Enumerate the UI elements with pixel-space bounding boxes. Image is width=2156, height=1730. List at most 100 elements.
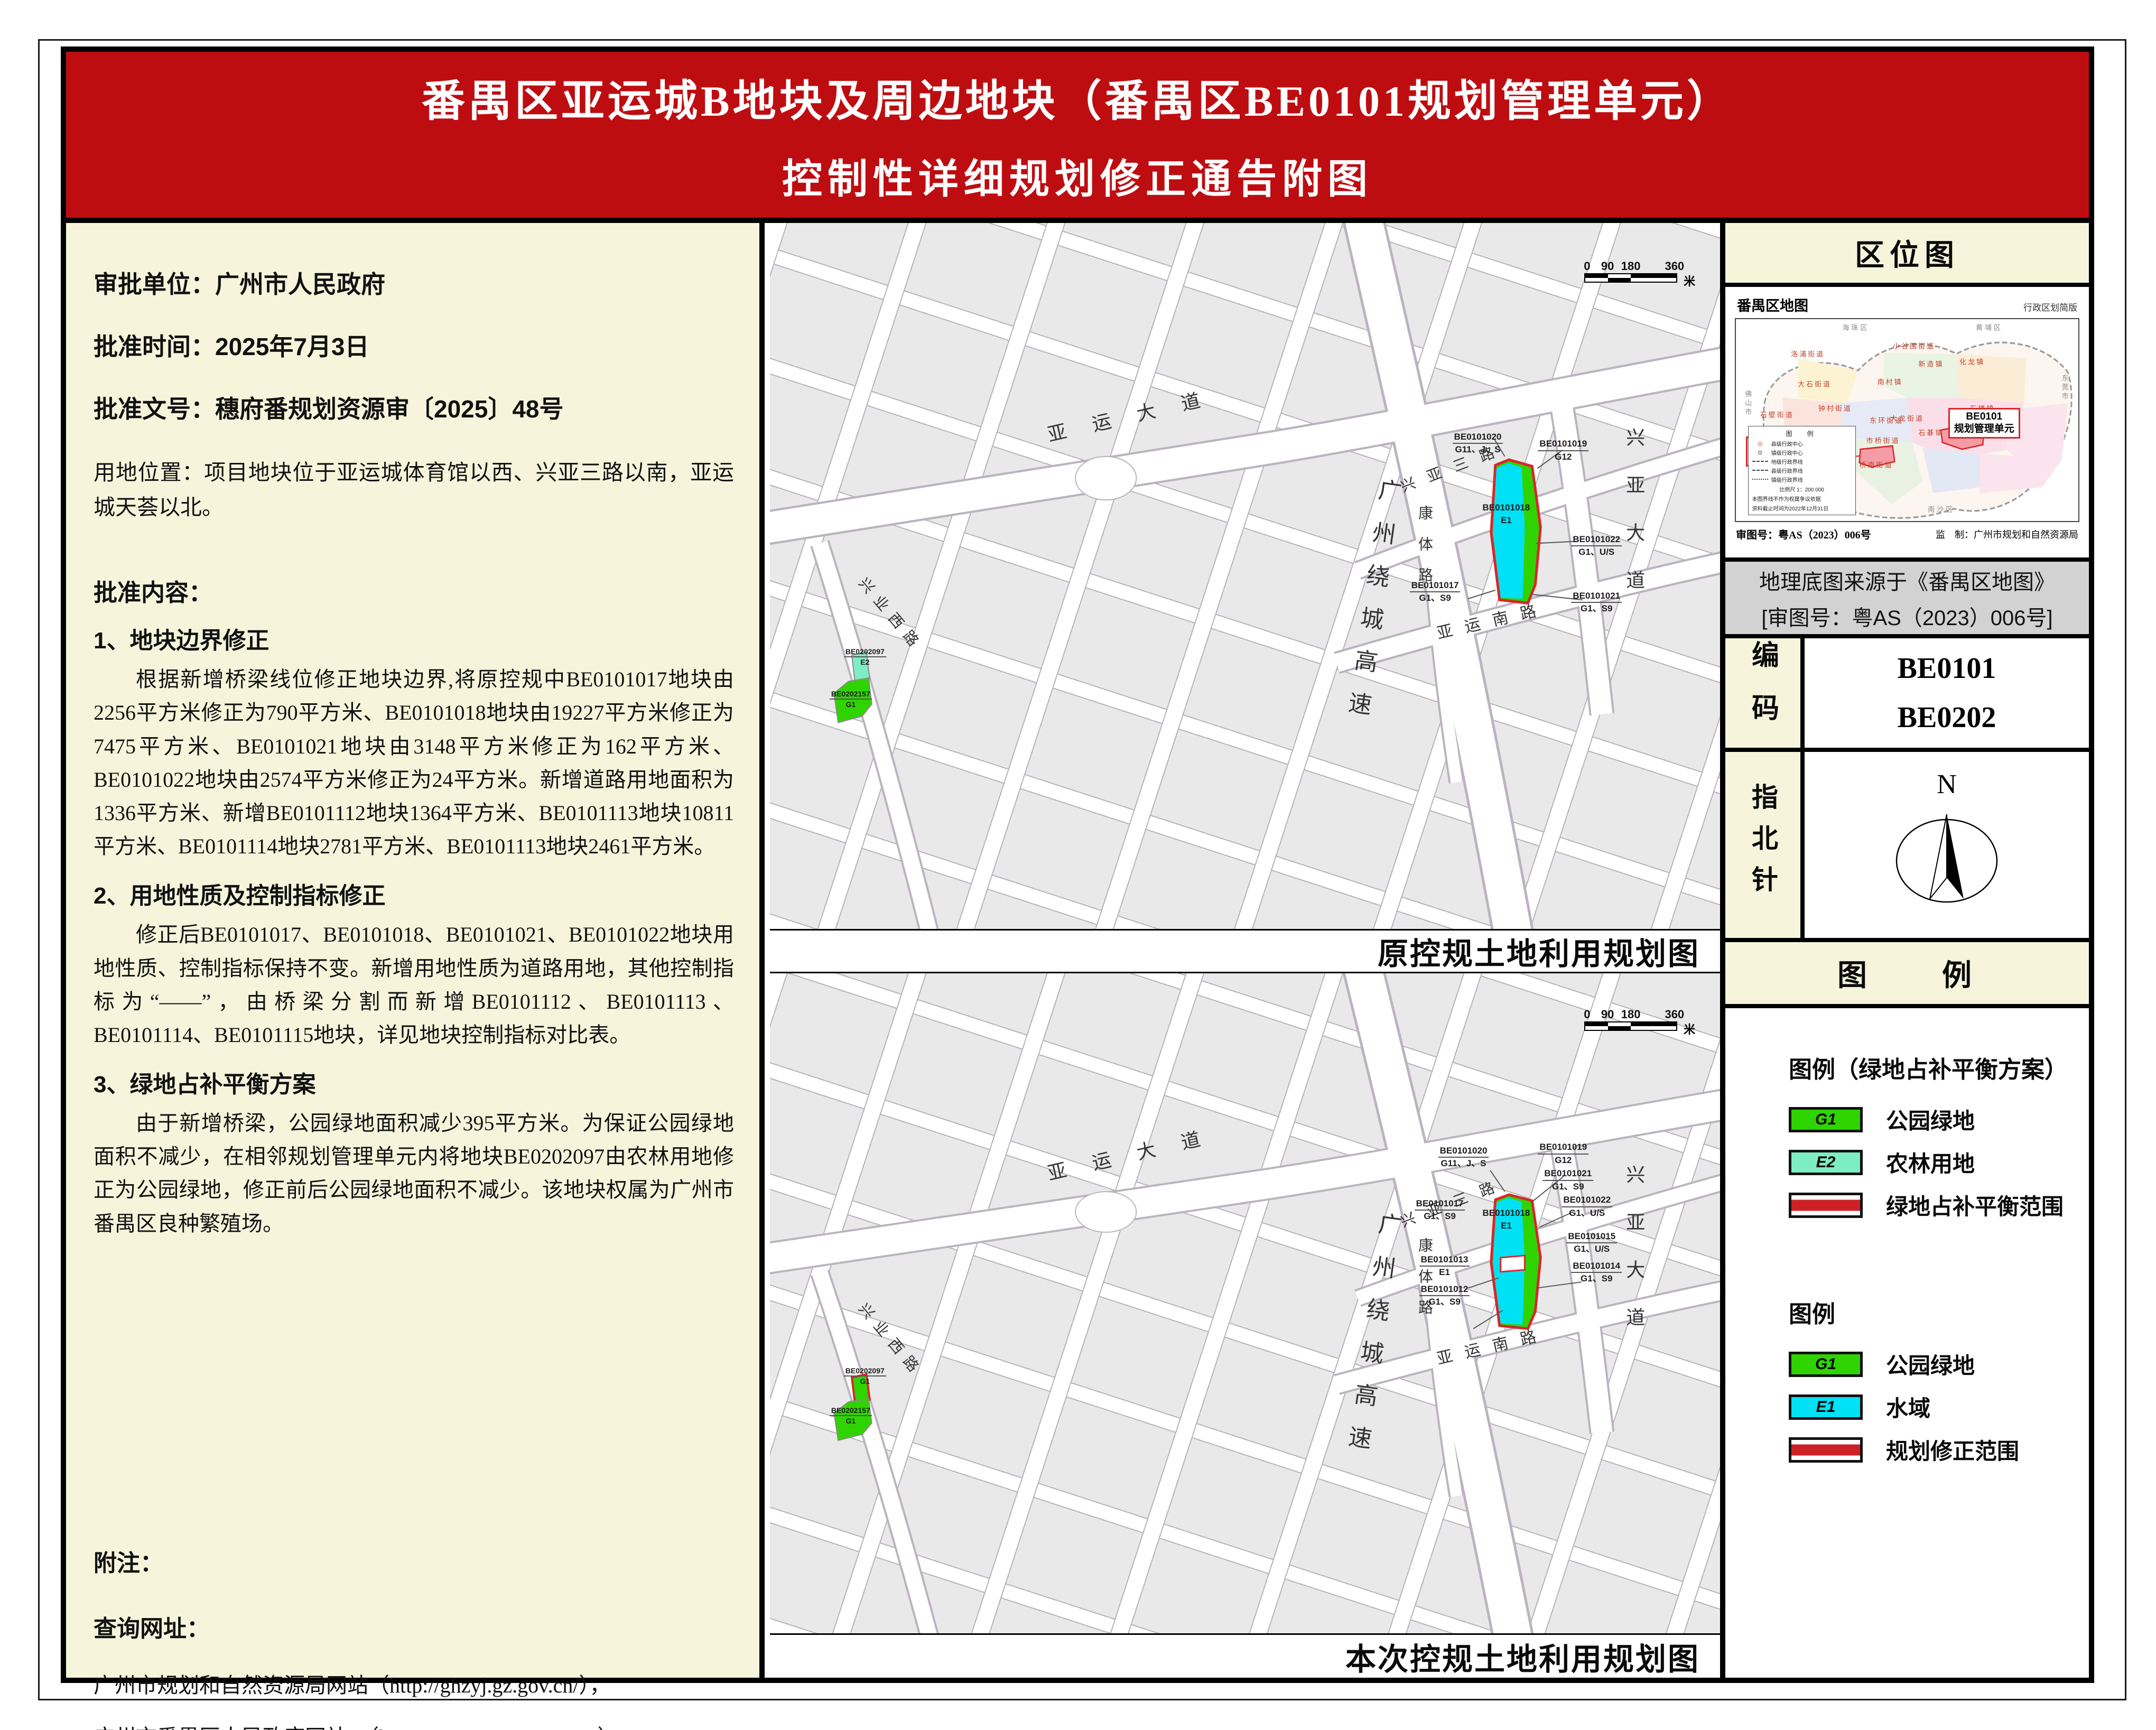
original-plan-map: 亚运大道 兴业西路 兴亚三路 康体路 亚运南路 广州绕城高速 兴亚大道 0 90… [770, 223, 1720, 929]
compass-label-cell: 指北针 [1725, 752, 1805, 938]
parcel-callout: BE0101014G1、S9 [1571, 1260, 1622, 1285]
parcel-callout: BE0202157G1 [830, 689, 872, 709]
scale-bar-graphic [1584, 1021, 1677, 1031]
sidebar: 区位图 番禺区地图 行政区划简版 [1720, 223, 2089, 1678]
legend-item-g1: G1 公园绿地 [1789, 1103, 2068, 1136]
approval-doc-label: 批准文号： [94, 395, 215, 423]
town-label: 大石街道 [1798, 379, 1832, 389]
content-frame: 番禺区亚运城B地块及周边地块（番禺区BE0101规划管理单元） 控制性详细规划修… [61, 46, 2094, 1683]
balance-range-swatch [1789, 1193, 1863, 1218]
mini-legend-item: 镇级行政中心 [1771, 449, 1803, 457]
legend-item-g1b: G1 公园绿地 [1789, 1348, 2068, 1380]
compass-row: 指北针 N [1725, 748, 2089, 938]
parcel-callout: BE0101019G12 [1538, 438, 1588, 462]
parcel-code: BE0101012 [1419, 1283, 1470, 1296]
site-location-label: 用地位置： [94, 460, 204, 485]
parcel-callout: BE0101012G1、S9 [1419, 1283, 1470, 1308]
scale-bar: 0 90 180 360 米 [1584, 259, 1677, 283]
scale-bar-graphic [1584, 273, 1677, 283]
parcel-callout: BE0101020G11、J、S [1438, 1145, 1489, 1169]
query-heading: 查询网址： [94, 1610, 734, 1643]
parcel-use: E2 [844, 657, 886, 667]
parcel-code: BE0101017 [1415, 1198, 1465, 1211]
unit-caption: 规划管理单元 [1954, 423, 2014, 435]
mini-legend-item: 地级行政界线 [1771, 458, 1803, 466]
unit-code-row: 编码 BE0101 BE0202 [1725, 634, 2089, 748]
parcel-callout: BE0101022G1、U/S [1571, 534, 1622, 558]
mini-legend-scale: 比例尺 1：200 000 [1752, 485, 1852, 493]
title-header: 番禺区亚运城B地块及周边地块（番禺区BE0101规划管理单元） 控制性详细规划修… [66, 52, 2089, 223]
scale-tick-0: 0 [1584, 1008, 1590, 1021]
parcel-callout: BE0101022G1、U/S [1562, 1194, 1612, 1219]
scale-unit: 米 [1684, 1020, 1695, 1037]
section2-body: 修正后BE0101017、BE0101018、BE0101021、BE01010… [94, 918, 734, 1052]
source-line-1: 地理底图来源于《番禺区地图》 [1759, 565, 2055, 596]
approval-date-line: 批准时间：2025年7月3日 [94, 328, 734, 362]
district-map-canvas: 洛浦街道 大石街道 石壁街道 钟村街道 东环街道 市桥街道 沙头街道 沙湾街道 … [1735, 318, 2079, 522]
parcel-code: BE0101019 [1538, 438, 1588, 451]
section2-heading: 2、用地性质及控制指标修正 [94, 877, 734, 910]
e1-label: 水域 [1886, 1391, 1930, 1423]
neighbor-label: 南沙区 [1928, 504, 1955, 514]
scale-tick-360: 360 [1665, 1008, 1684, 1021]
site-location-paragraph: 用地位置：项目地块位于亚运城体育馆以西、兴亚三路以南，亚运城天荟以北。 [94, 455, 734, 525]
notes-block: 附注： 查询网址： 广州市规划和自然资源局网站（http://ghzyj.gz.… [94, 1544, 734, 1730]
location-map-title: 区位图 [1725, 223, 2089, 283]
mini-legend-item: 县级行政中心 [1771, 440, 1803, 448]
parcel-use: G1、U/S [1562, 1207, 1612, 1219]
neighbor-label: 东莞市 [2060, 374, 2070, 401]
approval-unit-value: 广州市人民政府 [215, 271, 385, 298]
parcel-code: BE0202097 [844, 647, 886, 657]
unit-code-label: 编码 [1743, 640, 1783, 746]
town-label: 桥南街道 [1860, 460, 1893, 470]
unit-code-be0202: BE0202 [1898, 693, 1996, 742]
parcel-code: BE0101019 [1538, 1141, 1588, 1154]
town-label: 南村镇 [1878, 377, 1903, 387]
query-url-2[interactable]: 广州市番禺区人民政府网站 （http://www.panyu.gov.cn/）。 [94, 1727, 734, 1730]
parcel-code: BE0101022 [1571, 534, 1622, 546]
parcel-code: BE0101022 [1562, 1194, 1612, 1207]
section1-body: 根据新增桥梁线位修正地块边界,将原控规中BE0101017地块由2256平方米修… [94, 663, 734, 863]
map-approval-number: 审图号：粤AS（2023）006号 [1736, 526, 1871, 542]
parcel-use: G1、S9 [1542, 1181, 1593, 1193]
parcel-use: G11、J、S [1453, 444, 1503, 455]
road-label-xingya-avenue: 兴亚大道 [1620, 427, 1648, 618]
location-map-box: 番禺区地图 行政区划简版 [1725, 283, 2089, 557]
north-arrow-icon: N [1883, 766, 2010, 924]
parcel-use: G1、S9 [1415, 1211, 1465, 1222]
legend-item-balance-range: 绿地占补平衡范围 [1789, 1189, 2068, 1221]
legend-item-e2: E2 农林用地 [1789, 1146, 2068, 1178]
town-label: 洛浦街道 [1791, 348, 1825, 358]
parcel-code: BE0101018 [1481, 1207, 1532, 1220]
title-line-1: 番禺区亚运城B地块及周边地块（番禺区BE0101规划管理单元） [422, 66, 1733, 128]
mini-legend-title: 图 例 [1752, 429, 1852, 438]
parcel-callout: BE0101013E1 [1419, 1254, 1470, 1278]
scale-tick-90: 90 [1601, 1008, 1614, 1021]
parcel-code: BE0101014 [1571, 1260, 1622, 1273]
mini-legend-item: 镇级行政界线 [1771, 476, 1803, 483]
revised-plan-map: 亚运大道 兴业西路 兴亚三路 康体路 亚运南路 广州绕城高速 兴亚大道 0 90… [770, 973, 1720, 1633]
query-url-1[interactable]: 广州市规划和自然资源局网站（http://ghzyj.gz.gov.cn/）， [94, 1675, 734, 1696]
parcel-callout: BE0202097E2 [844, 647, 886, 667]
g1-swatch: G1 [1789, 1107, 1863, 1132]
town-label: 市桥街道 [1866, 435, 1900, 445]
g1-label: 公园绿地 [1886, 1348, 1975, 1380]
revised-map-caption: 本次控规土地利用规划图 [770, 1633, 1720, 1678]
parcel-code: BE0101021 [1571, 590, 1622, 603]
parcel-use: G1、S9 [1419, 1296, 1470, 1308]
mini-legend-item: 县级行政界线 [1771, 467, 1803, 475]
unit-code-be0101: BE0101 [1898, 644, 1996, 693]
town-boundary-icon [1752, 479, 1768, 480]
town-label: 石碁镇 [1918, 427, 1944, 437]
revision-strip-parcels [1491, 460, 1540, 603]
e2-swatch: E2 [1789, 1150, 1863, 1175]
balance-range-label: 绿地占补平衡范围 [1886, 1189, 2064, 1221]
town-label: 钟村街道 [1818, 403, 1852, 413]
scale-tick-90: 90 [1601, 259, 1614, 273]
unit-code-values: BE0101 BE0202 [1805, 638, 2089, 748]
road-label-xingya-avenue: 兴亚大道 [1620, 1165, 1648, 1355]
neighbor-label: 黄埔区 [1976, 322, 2003, 332]
town-label: 石壁街道 [1760, 409, 1794, 419]
parcel-code: BE0101017 [1410, 580, 1461, 592]
county-center-icon: ◎ [1752, 440, 1768, 447]
